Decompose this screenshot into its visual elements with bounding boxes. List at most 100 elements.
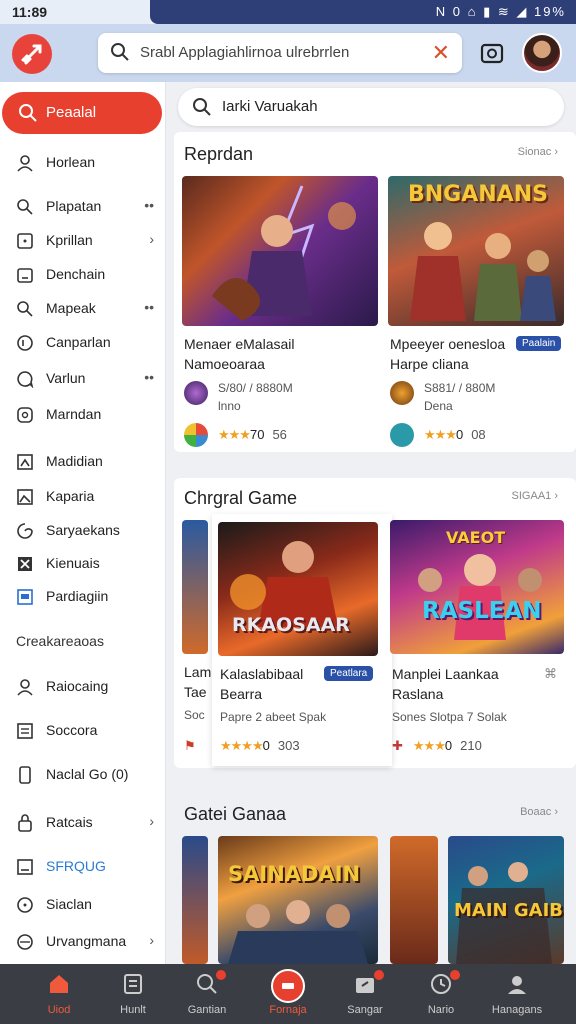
search-icon	[193, 98, 211, 116]
app-logo[interactable]	[12, 34, 52, 74]
store-icon	[390, 423, 414, 447]
chat-icon	[17, 335, 33, 351]
section-title: Chrgral Game	[184, 488, 298, 508]
rating-count: 56	[272, 427, 287, 442]
stars-icon: ★★★	[218, 427, 251, 442]
top-search-bar[interactable]: Srabl Applagiahlirnoa ulrebrrlen ✕	[98, 33, 462, 73]
home-icon	[50, 975, 68, 993]
sidebar-item[interactable]: Plapatan ••	[0, 192, 166, 222]
camera-icon[interactable]	[476, 37, 508, 69]
game-size: S881/ / 880M	[424, 381, 496, 395]
game-rating: ★★★0 08	[424, 427, 486, 443]
tab-gift[interactable]: Sangar	[324, 964, 406, 1024]
profile-icon	[508, 976, 526, 994]
sidebar-item-selected[interactable]: Peaalal	[2, 92, 162, 134]
sidebar-item[interactable]: Kaparia	[0, 482, 166, 512]
game-card[interactable]: VAEOT RASLEAN Manplei Laankaa Raslana ⌘ …	[390, 520, 566, 760]
sidebar-item[interactable]: Kienuais	[0, 549, 166, 579]
sidebar-item-label: Siaclan	[46, 896, 92, 912]
game-title: Mpeeyer oenesloa Harpe cliana	[390, 336, 506, 372]
top-search-input[interactable]: Srabl Applagiahlirnoa ulrebrrlen	[140, 44, 349, 61]
game-thumbnail: MAIN GAIB	[448, 836, 564, 964]
game-meta: Sones Slotpa 7 Solak	[392, 710, 507, 724]
avatar[interactable]	[522, 33, 562, 73]
game-art-squad	[228, 900, 368, 964]
publisher-icon	[390, 381, 414, 405]
game-card-partial[interactable]: Lam Tae Soc ⚑	[182, 520, 211, 760]
section-more-link[interactable]: SIGAA1 ›	[512, 490, 558, 502]
game-art-title: RKAOSAAR	[232, 614, 350, 636]
game-art-title: VAEOT	[446, 528, 506, 547]
sidebar-item[interactable]: Kprillan ›	[0, 226, 166, 256]
more-icon: ••	[144, 369, 154, 385]
sidebar-item[interactable]: Naclal Go (0)	[0, 760, 166, 790]
sidebar-item[interactable]: Varlun ••	[0, 364, 166, 394]
main-content: Iarki Varuakah Reprdan Sionac › Menaer e…	[166, 82, 576, 964]
game-title: Kalaslabibaal Bearra	[220, 666, 304, 702]
tab-home[interactable]: Uiod	[18, 964, 100, 1024]
game-card[interactable]: SAINADAIN	[218, 836, 378, 964]
section-more-link[interactable]: Boaac ›	[520, 806, 558, 818]
rocket-icon	[21, 44, 42, 65]
sidebar-item[interactable]: Raiocaing	[0, 672, 166, 702]
sidebar-item-label: Marndan	[46, 406, 102, 422]
game-card[interactable]: RKAOSAAR Kalaslabibaal Bearra Peatlara P…	[212, 514, 392, 766]
sidebar-item[interactable]: Mapeak ••	[0, 294, 166, 324]
sidebar-item[interactable]: Soccora	[0, 716, 166, 746]
game-art-title: MAIN GAIB	[454, 900, 563, 921]
list-icon	[17, 723, 33, 739]
sidebar-item-label: Raiocaing	[46, 678, 109, 694]
calendar-icon	[17, 268, 33, 283]
game-card-partial[interactable]	[390, 836, 438, 964]
message-icon	[17, 371, 34, 388]
game-size: S/80/ / 8880M	[218, 381, 293, 395]
sidebar-item[interactable]: Saryaekans	[0, 516, 166, 546]
sidebar-item-label: Kienuais	[46, 555, 100, 571]
game-thumbnail	[182, 176, 378, 326]
stars-icon: ★★★	[412, 738, 446, 753]
game-thumbnail	[182, 836, 208, 964]
game-card[interactable]: Menaer eMalasail Namoeoaraa S/80/ / 8880…	[182, 176, 378, 447]
sidebar-item-label: Plapatan	[46, 198, 102, 214]
lock-icon	[18, 814, 32, 832]
game-rating: ✚ ★★★0 210	[392, 738, 482, 754]
tab-list[interactable]: Hunlt	[92, 964, 174, 1024]
sidebar-item-label: Pardiagiin	[46, 588, 109, 604]
sidebar-item[interactable]: Horlean	[0, 148, 166, 178]
sidebar-item[interactable]: Siaclan	[0, 890, 166, 920]
game-card[interactable]: BNGANANS Mpeeyer oenesloa Harpe cliana P…	[388, 176, 564, 447]
game-card-partial[interactable]	[182, 836, 208, 964]
stars-icon: ★★★★	[220, 738, 264, 753]
sidebar-item[interactable]: SFRQUG	[0, 852, 166, 882]
rating-value: 0	[262, 738, 270, 753]
game-meta: Papre 2 abeet Spak	[220, 710, 327, 724]
tab-label: Fornaja	[269, 1004, 307, 1016]
sidebar-item[interactable]: Urvangmana ›	[0, 927, 166, 957]
tab-label: Hanagans	[491, 1004, 543, 1016]
game-thumbnail	[390, 836, 438, 964]
clear-icon[interactable]: ✕	[432, 40, 450, 66]
sidebar-item[interactable]: Canparlan	[0, 328, 166, 358]
sidebar-item[interactable]: Denchain	[0, 260, 166, 290]
section-more-link[interactable]: Sionac ›	[518, 146, 558, 158]
flag-icon: ⚑	[184, 738, 196, 753]
bookmark-icon[interactable]: ⌘	[544, 666, 557, 682]
tab-search[interactable]: Gantian	[166, 964, 248, 1024]
game-card[interactable]: MAIN GAIB	[448, 836, 564, 964]
sidebar-item-label: Horlean	[46, 154, 96, 170]
main-search-bar[interactable]: Iarki Varuakah	[178, 88, 564, 126]
sidebar-item[interactable]: Madidian	[0, 447, 166, 477]
game-thumbnail	[182, 520, 208, 654]
tab-clock[interactable]: Nario	[400, 964, 482, 1024]
sidebar-item[interactable]: Ratcais ›	[0, 808, 166, 838]
sidebar-item[interactable]: Pardiagiin	[0, 582, 166, 612]
tab-profile[interactable]: Hanagans	[476, 964, 558, 1024]
tab-center[interactable]: Fornaja	[247, 964, 329, 1024]
sidebar-item[interactable]: Marndan	[0, 400, 166, 430]
sidebar-item-label: Mapeak	[46, 300, 96, 316]
sidebar-item-label: Soccora	[46, 722, 98, 738]
game-art-warrior	[212, 185, 356, 321]
main-search-input[interactable]: Iarki Varuakah	[222, 98, 318, 115]
app-header: Srabl Applagiahlirnoa ulrebrrlen ✕	[0, 24, 576, 82]
status-time: 11:89	[12, 4, 48, 20]
